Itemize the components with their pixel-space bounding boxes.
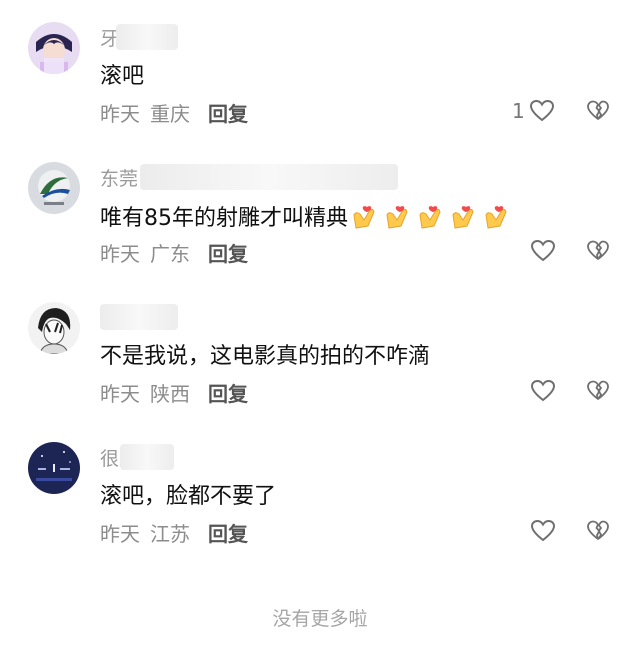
comment-location: 重庆 [150,102,190,126]
broken-heart-icon[interactable] [586,379,610,403]
comment-location: 江苏 [150,522,190,546]
logo-avatar-icon [28,162,80,214]
comment-text: 不是我说，这电影真的拍的不咋滴 [100,344,431,369]
heart-outline-icon [530,239,556,262]
heart-hands-emoji-icon [449,201,477,235]
broken-heart-icon[interactable] [586,99,610,123]
like-button[interactable] [530,236,556,266]
like-button[interactable]: 1 [512,96,555,126]
reply-button[interactable]: 回复 [208,242,248,266]
comment-location: 广东 [150,242,190,266]
comment-meta: 昨天 广东 回复 [100,238,258,267]
username[interactable]: 东莞 [100,164,400,190]
comment-time: 昨天 [100,382,140,406]
heart-hands-emoji-icon [416,201,444,235]
avatar[interactable] [28,302,80,354]
sketch-portrait-avatar-icon [28,302,80,354]
username[interactable]: 很 [100,444,180,470]
comment-meta: 昨天 陕西 回复 [100,378,258,407]
heart-hands-emoji-icon [482,201,510,235]
like-button[interactable] [530,516,556,546]
reply-button[interactable]: 回复 [208,382,248,406]
night-sky-avatar-icon [28,442,80,494]
like-count: 1 [512,99,525,123]
no-more-footer: 没有更多啦 [272,608,368,630]
heart-outline-icon [530,379,556,402]
heart-outline-icon [529,99,554,122]
avatar[interactable] [28,442,80,494]
comment-text: 唯有85年的射雕才叫精典 [100,200,515,235]
reply-button[interactable]: 回复 [208,522,248,546]
comment-text: 滚吧，脸都不要了 [100,484,277,509]
username[interactable] [100,304,180,330]
avatar[interactable] [28,162,80,214]
comment-time: 昨天 [100,522,140,546]
comment-time: 昨天 [100,102,140,126]
anime-character-avatar-icon [28,22,80,74]
comment-text: 滚吧 [100,64,145,89]
broken-heart-icon[interactable] [586,519,610,543]
comment-meta: 昨天 江苏 回复 [100,518,258,547]
avatar[interactable] [28,22,80,74]
heart-hands-emoji-icon [350,201,378,235]
broken-heart-icon[interactable] [586,239,610,263]
like-button[interactable] [530,376,556,406]
heart-hands-emoji-icon [383,201,411,235]
username[interactable]: 牙 [100,24,180,50]
comment-time: 昨天 [100,242,140,266]
reply-button[interactable]: 回复 [208,102,248,126]
emoji-group [350,201,515,235]
comment-location: 陕西 [150,382,190,406]
comment-meta: 昨天 重庆 回复 [100,98,258,127]
heart-outline-icon [530,519,556,542]
